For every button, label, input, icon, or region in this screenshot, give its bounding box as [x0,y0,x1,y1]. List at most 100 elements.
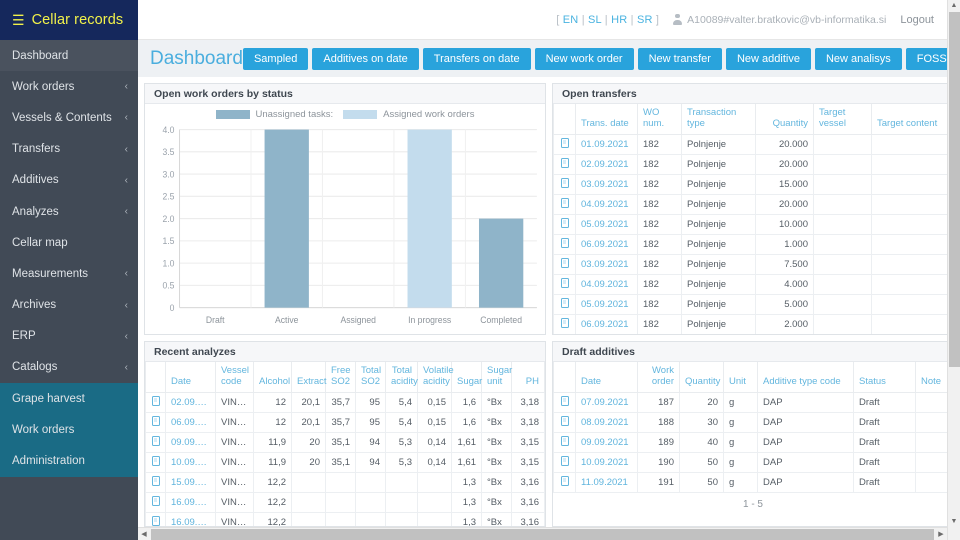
action-button-additives-on-date[interactable]: Additives on date [312,47,419,70]
table-row[interactable]: 04.09.2021 182 Polnjenje 4.000 [553,273,953,295]
row-select-icon[interactable] [560,435,569,446]
table-row[interactable]: 09.09.2021 189 40 g DAP Draft [553,431,953,453]
row-select-cell[interactable] [553,293,576,315]
row-select-icon[interactable] [560,395,569,406]
table-row[interactable]: 07.09.2021 187 20 g DAP Draft [553,391,953,413]
table-row[interactable]: 03.09.2021 182 Polnjenje 15.000 [553,173,953,195]
row-select-icon[interactable] [560,257,569,268]
sidebar-item-grape-harvest[interactable]: Grape harvest [0,383,138,415]
row-select-cell[interactable] [553,193,576,215]
row-select-cell[interactable] [553,411,576,433]
action-button-new-analisys[interactable]: New analisys [814,47,902,70]
chart-legend-item[interactable]: Assigned work orders [343,109,474,120]
row-select-icon[interactable] [560,317,569,328]
row-select-icon[interactable] [151,435,160,446]
column-header-quantity[interactable]: Quantity [679,362,724,393]
hamburger-icon[interactable]: ☰ [12,13,25,27]
row-select-icon[interactable] [560,157,569,168]
row-select-cell[interactable] [553,233,576,255]
row-select-icon[interactable] [560,297,569,308]
chart-bar[interactable] [264,129,309,308]
horizontal-scrollbar-thumb[interactable] [151,529,934,540]
row-select-cell[interactable] [553,213,576,235]
sidebar-item-work-orders[interactable]: Work orders ‹ [0,71,138,102]
column-header-date[interactable]: Date [575,362,638,393]
row-select-icon[interactable] [560,475,569,486]
row-select-icon[interactable] [560,237,569,248]
sidebar-item-work-orders[interactable]: Work orders [0,414,138,446]
row-select-cell[interactable] [145,451,166,473]
scroll-up-icon[interactable]: ▲ [951,0,958,11]
row-select-cell[interactable] [553,173,576,195]
column-header-wo-num[interactable]: WO num. [637,104,682,135]
chart-bar[interactable] [407,129,452,308]
sidebar-item-erp[interactable]: ERP ‹ [0,321,138,352]
vertical-scrollbar-thumb[interactable] [949,12,960,367]
lang-sl[interactable]: SL [588,14,601,26]
table-row[interactable]: 08.09.2021 188 30 g DAP Draft [553,411,953,433]
table-row[interactable]: 06.09.2021 182 Polnjenje 2.000 [553,313,953,334]
row-select-cell[interactable] [553,451,576,473]
lang-hr[interactable]: HR [611,14,627,26]
draft-additives-pager[interactable]: 1 - 5 [553,493,953,517]
scroll-left-icon[interactable]: ◀ [138,530,150,538]
column-header-date[interactable]: Date [165,362,216,393]
scroll-right-icon[interactable]: ▶ [935,530,947,538]
lang-en[interactable]: EN [563,14,579,26]
table-row[interactable]: 09.09.2021 VIN006 11,9 20 35,1 94 5,3 0,14 1,61 °… [145,431,545,453]
column-header-ph[interactable]: PH [511,362,545,393]
column-header-unit[interactable]: Unit [723,362,758,393]
table-row[interactable]: 01.09.2021 182 Polnjenje 20.000 [553,133,953,155]
column-header-trans-date[interactable]: Trans. date [575,104,638,135]
row-select-cell[interactable] [553,431,576,453]
table-row[interactable]: 02.09.2021 VIN001 12 20,1 35,7 95 5,4 0,15 1,6 °B… [145,391,545,413]
sidebar-item-vessels-contents[interactable]: Vessels & Contents ‹ [0,102,138,133]
table-row[interactable]: 16.09.2021 VIN002 12,2 1,3 °Bx 3,16 [145,491,545,513]
column-header-volatile-acidity[interactable]: Volatile acidity [417,362,454,393]
lang-sr[interactable]: SR [637,14,653,26]
sidebar-item-measurements[interactable]: Measurements ‹ [0,258,138,289]
column-header-quantity[interactable]: Quantity [755,104,814,135]
sidebar-item-archives[interactable]: Archives ‹ [0,290,138,321]
row-select-icon[interactable] [560,137,569,148]
row-select-cell[interactable] [553,391,576,413]
sidebar-item-dashboard[interactable]: Dashboard [0,40,138,72]
table-row[interactable]: 16.09.2021 VIN003 12,2 1,3 °Bx 3,16 [145,511,545,526]
action-button-new-additive[interactable]: New additive [725,47,811,70]
column-header-total-so2[interactable]: Total SO2 [355,362,386,393]
row-select-icon[interactable] [151,395,160,406]
row-select-icon[interactable] [560,455,569,466]
sidebar-item-cellar-map[interactable]: Cellar map [0,227,138,258]
row-select-cell[interactable] [145,431,166,453]
row-select-icon[interactable] [560,217,569,228]
column-header-alcohol[interactable]: Alcohol [253,362,292,393]
sidebar-item-transfers[interactable]: Transfers ‹ [0,134,138,165]
table-row[interactable]: 06.09.2021 VIN006 12 20,1 35,7 95 5,4 0,15 1,6 °B… [145,411,545,433]
sidebar-item-analyzes[interactable]: Analyzes ‹ [0,196,138,227]
row-select-cell[interactable] [145,411,166,433]
column-header-vessel-code[interactable]: Vessel code [215,362,254,393]
vertical-scrollbar[interactable]: ▲ ▼ [947,0,960,540]
sidebar-item-administration[interactable]: Administration [0,445,138,477]
row-select-icon[interactable] [560,277,569,288]
column-header-target-content[interactable]: Target content [871,104,953,135]
column-header-sugar-unit[interactable]: Sugar unit [481,362,512,393]
table-row[interactable]: 11.09.2021 191 50 g DAP Draft [553,471,953,493]
row-select-cell[interactable] [553,133,576,155]
row-select-icon[interactable] [151,495,160,506]
row-select-icon[interactable] [151,455,160,466]
scroll-down-icon[interactable]: ▼ [951,516,958,527]
row-select-cell[interactable] [145,391,166,413]
table-row[interactable]: 10.09.2021 190 50 g DAP Draft [553,451,953,473]
row-select-cell[interactable] [145,511,166,526]
logout-link[interactable]: Logout [900,14,934,26]
chart-legend-item[interactable]: Unassigned tasks: [215,109,333,120]
horizontal-scrollbar[interactable]: ◀ ▶ [138,527,960,540]
table-row[interactable]: 10.09.2021 VIN001 11,9 20 35,1 94 5,3 0,14 1,61 °… [145,451,545,473]
row-select-icon[interactable] [151,415,160,426]
sidebar-item-catalogs[interactable]: Catalogs ‹ [0,352,138,383]
row-select-icon[interactable] [560,415,569,426]
row-select-icon[interactable] [560,197,569,208]
row-select-cell[interactable] [145,491,166,513]
column-header-sugar[interactable]: Sugar [451,362,482,393]
